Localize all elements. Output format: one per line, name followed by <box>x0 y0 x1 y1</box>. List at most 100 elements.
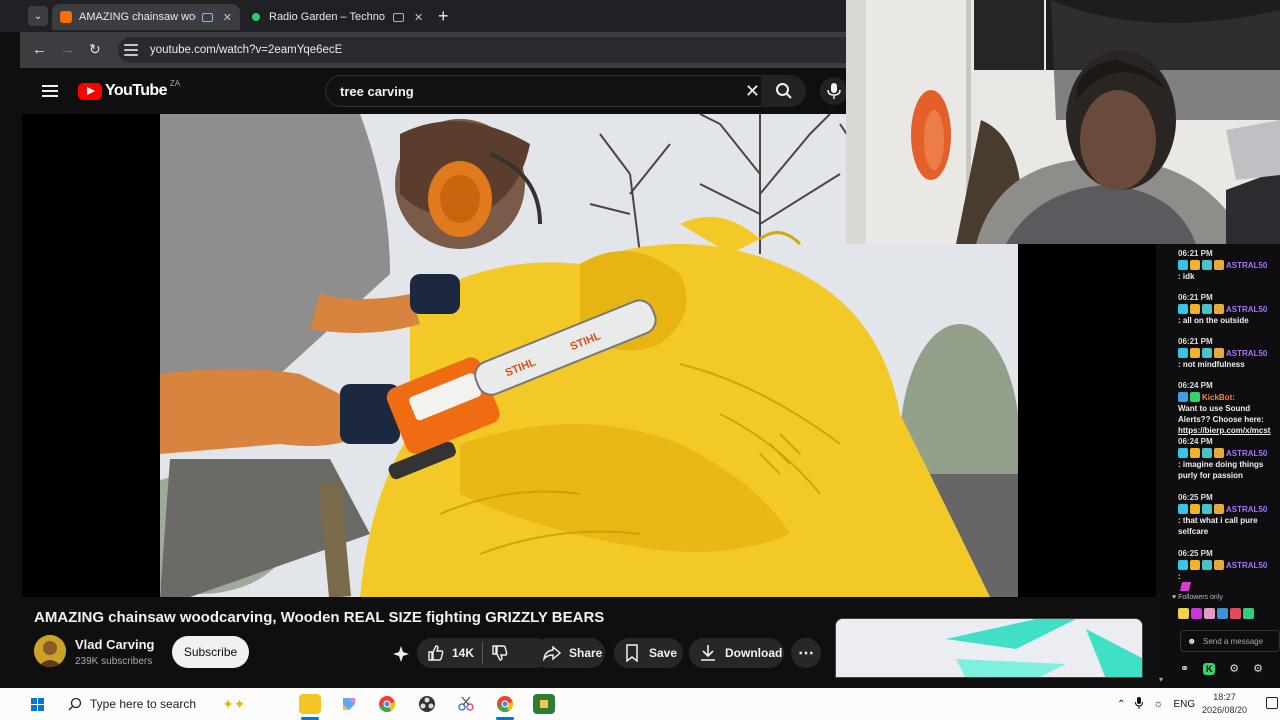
reload-icon[interactable]: ↻ <box>89 41 101 58</box>
address-bar[interactable]: youtube.com/watch?v=2eamYqe6ecE <box>118 37 858 63</box>
youtube-wordmark: YouTube <box>105 82 167 99</box>
file-explorer-icon[interactable] <box>299 694 321 714</box>
chat-username[interactable]: ASTRAL50 <box>1226 260 1267 271</box>
forward-arrow-icon[interactable]: → <box>60 41 75 58</box>
chat-sender: ASTRAL50 <box>1178 303 1280 315</box>
input-language[interactable]: ENG <box>1173 699 1195 710</box>
tab-youtube[interactable]: AMAZING chainsaw woodc ✕ <box>52 4 240 30</box>
notifications-icon[interactable] <box>1266 697 1278 709</box>
chat-username[interactable]: ASTRAL50 <box>1226 560 1267 571</box>
chat-badge-icon <box>1190 560 1200 570</box>
chat-link[interactable]: https://bierp.com/x/mcst <box>1178 425 1280 436</box>
clock[interactable]: 18:27 2026/08/20 <box>1202 691 1247 717</box>
chat-text: : that what i call pure selfcare <box>1178 516 1258 536</box>
chat-username[interactable]: KickBot: <box>1202 392 1235 403</box>
settings-gear-icon[interactable]: ⚙ <box>1229 662 1239 675</box>
chat-input[interactable]: ☻ Send a message <box>1180 630 1280 652</box>
chat-badge-icon <box>1178 560 1188 570</box>
related-video-thumbnail[interactable] <box>835 618 1143 678</box>
chat-badge-icon <box>1190 260 1200 270</box>
youtube-logo[interactable]: YouTube ZA <box>78 79 180 100</box>
chat-timestamp: 06:25 PM <box>1178 493 1213 502</box>
chat-message: 06:21 PM ASTRAL50: all on the outside <box>1178 292 1280 326</box>
media-playing-icon <box>201 12 213 22</box>
chat-text: : imagine doing things purly for passion <box>1178 460 1264 480</box>
chat-text: : <box>1178 572 1181 581</box>
channel-name[interactable]: Vlad Carving <box>75 637 154 652</box>
chrome-icon[interactable] <box>376 694 398 714</box>
chat-username[interactable]: ASTRAL50 <box>1226 304 1267 315</box>
tab-radio-garden[interactable]: Radio Garden – Techno Unc ✕ <box>244 4 432 30</box>
chat-timestamp: 06:21 PM <box>1178 337 1213 346</box>
divider <box>482 642 484 664</box>
tab-search-button[interactable]: ⌄ <box>28 6 48 26</box>
share-button[interactable]: Share <box>533 638 605 668</box>
chat-message: 06:24 PM ASTRAL50: imagine doing things p… <box>1178 436 1280 481</box>
chat-username[interactable]: ASTRAL50 <box>1226 504 1267 515</box>
channel-avatar[interactable] <box>34 635 66 667</box>
microphone-icon[interactable] <box>1135 696 1144 712</box>
chat-badge-icon <box>1178 504 1188 514</box>
like-dislike-group: 14K <box>417 638 550 668</box>
screen: ⌄ AMAZING chainsaw woodc ✕ Radio Garden … <box>0 0 1280 720</box>
back-arrow-icon[interactable]: ← <box>32 41 47 58</box>
chrome-active-icon[interactable] <box>494 694 516 714</box>
save-button[interactable]: Save <box>614 638 683 668</box>
obs-icon[interactable] <box>416 694 438 714</box>
browser-toolbar: ← → ↻ youtube.com/watch?v=2eamYqe6ecE <box>20 32 858 68</box>
youtube-play-icon <box>78 82 102 100</box>
chat-message: 06:21 PM ASTRAL50: idk <box>1178 248 1280 282</box>
subscriber-count: 239K subscribers <box>75 656 153 667</box>
search-input[interactable]: tree carving ✕ <box>325 75 773 107</box>
taskbar-search[interactable]: Type here to search ✦✦ <box>60 688 288 720</box>
chat-badge-icon <box>1178 304 1188 314</box>
chat-badge-icon <box>1178 448 1188 458</box>
scroll-down-arrow-icon[interactable]: ▾ <box>1159 675 1163 684</box>
radio-garden-favicon-icon <box>252 13 260 21</box>
download-button[interactable]: Download <box>689 638 784 668</box>
chat-message: 06:24 PM KickBot: Want to use Sound Alerts… <box>1178 380 1280 436</box>
site-settings-icon[interactable] <box>124 43 138 57</box>
save-label: Save <box>649 646 678 660</box>
chat-badge-icon <box>1214 260 1224 270</box>
clear-search-icon[interactable]: ✕ <box>745 81 760 102</box>
new-tab-button[interactable]: + <box>438 6 449 26</box>
chat-options-icon[interactable]: ⚙ <box>1253 662 1263 675</box>
smiley-icon[interactable]: ☻ <box>1187 636 1196 646</box>
link-icon[interactable]: ⚭ <box>1180 662 1189 675</box>
webcam-image <box>846 0 1280 244</box>
search-button[interactable] <box>761 75 806 107</box>
show-hidden-icons-chevron-icon[interactable]: ⌃ <box>1117 699 1125 710</box>
kick-logo-icon[interactable]: K <box>1203 662 1216 675</box>
guide-menu-icon[interactable] <box>42 85 58 97</box>
tab-close-icon[interactable]: ✕ <box>223 11 232 24</box>
chat-badge-icon <box>1214 448 1224 458</box>
subscribe-button[interactable]: Subscribe <box>172 636 249 668</box>
copilot-icon[interactable] <box>338 694 360 714</box>
voice-search-button[interactable] <box>820 77 848 105</box>
start-button[interactable] <box>31 698 44 711</box>
app-icon[interactable] <box>533 694 555 714</box>
chat-badge-icon <box>1190 348 1200 358</box>
chat-sender: KickBot: <box>1178 391 1280 403</box>
chat-badge-icon <box>1178 260 1188 270</box>
chat-message: 06:21 PM ASTRAL50: not mindfulness <box>1178 336 1280 370</box>
dislike-button[interactable] <box>491 644 509 662</box>
chat-emote <box>1179 582 1192 591</box>
more-horizontal-icon: ⋯ <box>798 645 814 662</box>
emote-bar[interactable] <box>1178 608 1254 619</box>
video-info: AMAZING chainsaw woodcarving, Wooden REA… <box>20 597 1156 688</box>
chat-username[interactable]: ASTRAL50 <box>1226 348 1267 359</box>
chat-badge-icon <box>1214 348 1224 358</box>
chat-badge-icon <box>1202 304 1212 314</box>
tab-close-icon[interactable]: ✕ <box>414 11 423 24</box>
snipping-tool-icon[interactable] <box>455 694 477 714</box>
download-icon <box>701 645 715 661</box>
ai-sparkle-icon[interactable] <box>392 645 410 668</box>
network-icon[interactable]: ☼ <box>1153 698 1163 710</box>
chat-username[interactable]: ASTRAL50 <box>1226 448 1267 459</box>
media-playing-icon <box>393 12 404 22</box>
more-actions-button[interactable]: ⋯ <box>791 638 821 668</box>
like-button[interactable]: 14K <box>427 644 474 662</box>
chat-timestamp: 06:21 PM <box>1178 293 1213 302</box>
